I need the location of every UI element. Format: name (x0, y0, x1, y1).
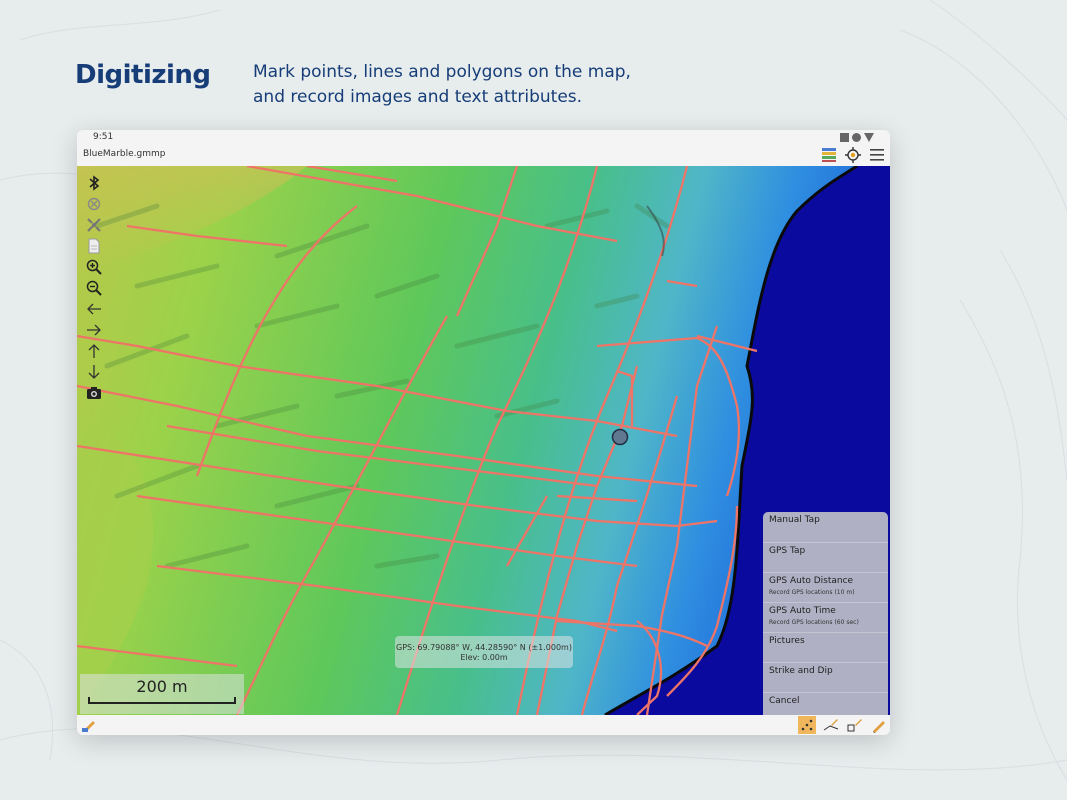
arrow-up-icon[interactable] (83, 340, 105, 361)
menu-item-label: Pictures (769, 636, 805, 646)
home-icon (852, 133, 861, 142)
section-description: Mark points, lines and polygons on the m… (253, 60, 693, 110)
arrow-down-icon[interactable] (83, 361, 105, 382)
gps-readout: GPS: 69.79088° W, 44.28590° N (±1.000m) … (395, 636, 573, 668)
zoom-in-icon[interactable] (83, 256, 105, 277)
recent-apps-icon (840, 133, 849, 142)
menu-item-gps-auto-time[interactable]: GPS Auto Time Record GPS locations (60 s… (763, 602, 888, 631)
camera-icon[interactable] (83, 382, 105, 403)
hamburger-menu-icon[interactable] (868, 146, 886, 164)
tablet-screenshot: 9:51 BlueMarble.gmmp 200 m GPS: 69.79088… (77, 130, 890, 735)
menu-item-pictures[interactable]: Pictures (763, 632, 888, 661)
menu-item-label: Cancel (769, 696, 800, 706)
pencil-tool-icon[interactable] (870, 716, 888, 734)
status-bar: 9:51 (77, 130, 890, 146)
app-bar: BlueMarble.gmmp (77, 146, 890, 166)
menu-item-label: Manual Tap (769, 515, 820, 525)
back-icon (864, 133, 874, 142)
map-toolbar (83, 172, 105, 403)
line-tool-icon[interactable] (822, 716, 840, 734)
gps-target-icon[interactable] (844, 146, 862, 164)
point-tool-icon[interactable] (798, 716, 816, 734)
project-file-name: BlueMarble.gmmp (83, 149, 166, 159)
section-title: Digitizing (75, 60, 211, 90)
menu-item-gps-tap[interactable]: GPS Tap (763, 542, 888, 571)
description-line-2: and record images and text attributes. (253, 87, 583, 107)
zoom-out-icon[interactable] (83, 277, 105, 298)
bluetooth-icon[interactable] (83, 172, 105, 193)
arrow-left-icon[interactable] (83, 298, 105, 319)
menu-item-manual-tap[interactable]: Manual Tap (763, 512, 888, 541)
gps-coordinates: GPS: 69.79088° W, 44.28590° N (±1.000m) (396, 643, 572, 652)
system-icons (840, 133, 874, 142)
layers-icon[interactable] (820, 146, 838, 164)
edit-pencil-icon[interactable] (81, 717, 97, 733)
scale-bar: 200 m (80, 674, 244, 714)
satellite-icon[interactable] (83, 214, 105, 235)
menu-item-label: GPS Tap (769, 546, 806, 556)
gps-off-icon[interactable] (83, 193, 105, 214)
scale-label: 200 m (136, 677, 188, 696)
menu-item-gps-auto-distance[interactable]: GPS Auto Distance Record GPS locations (… (763, 572, 888, 601)
menu-item-label: GPS Auto Distance (769, 576, 854, 586)
menu-item-strike-and-dip[interactable]: Strike and Dip (763, 662, 888, 691)
menu-item-label: Strike and Dip (769, 666, 833, 676)
menu-item-subtitle: Record GPS locations (60 sec) (769, 619, 859, 626)
description-line-1: Mark points, lines and polygons on the m… (253, 62, 631, 82)
arrow-right-icon[interactable] (83, 319, 105, 340)
digitize-mode-menu: Manual Tap GPS Tap GPS Auto Distance Rec… (763, 512, 888, 720)
menu-item-label: GPS Auto Time (769, 606, 836, 616)
menu-item-subtitle: Record GPS locations (10 m) (769, 589, 855, 596)
bottom-toolbar (77, 715, 890, 735)
status-clock: 9:51 (93, 132, 114, 142)
scale-bar-ruler (88, 697, 236, 704)
gps-elevation: Elev: 0.00m (460, 653, 508, 662)
document-icon[interactable] (83, 235, 105, 256)
gps-position-marker (611, 428, 629, 446)
polygon-tool-icon[interactable] (846, 716, 864, 734)
